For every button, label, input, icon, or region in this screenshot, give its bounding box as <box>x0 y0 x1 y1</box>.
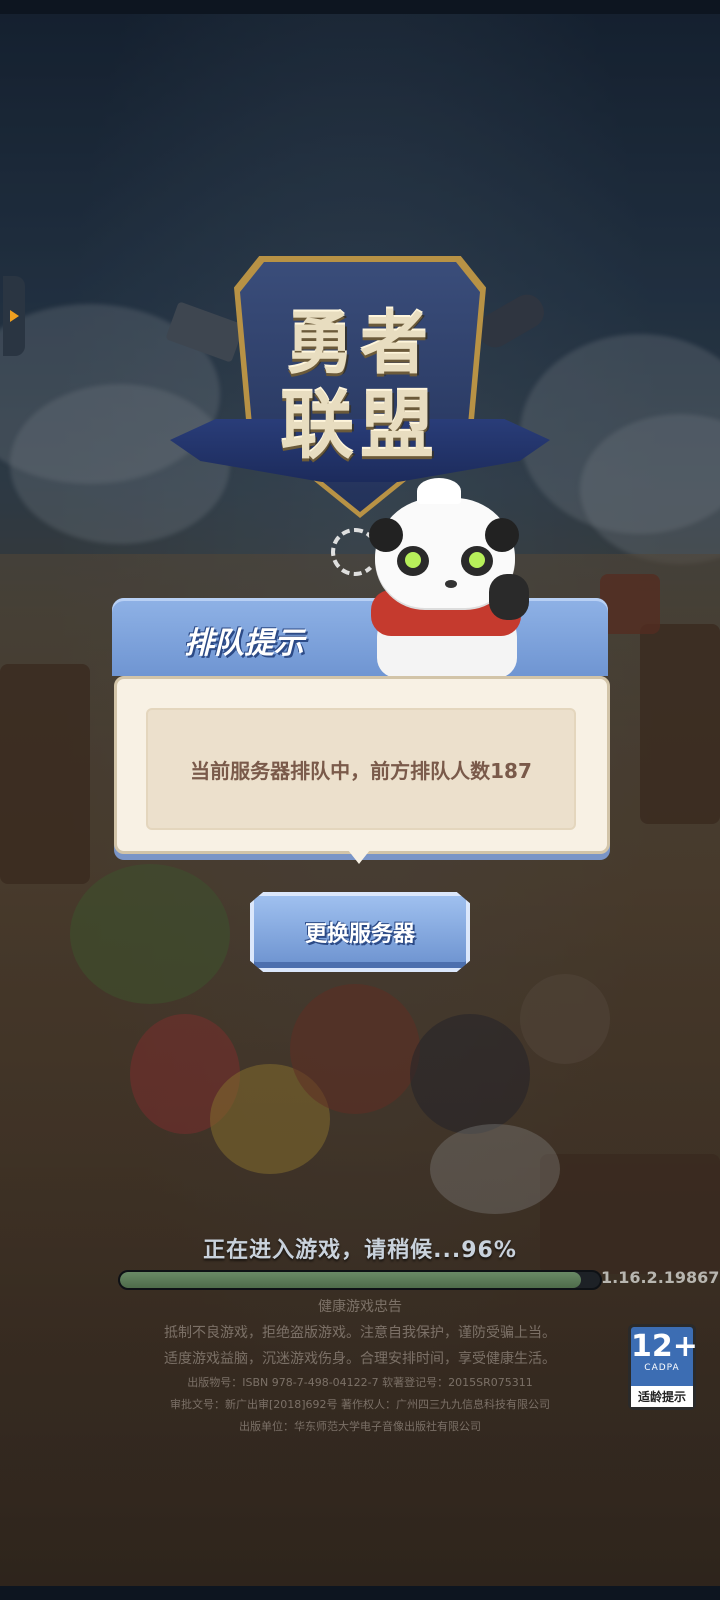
panda-ear-left <box>369 518 403 552</box>
health-advice-title: 健康游戏忠告 <box>318 1299 402 1315</box>
approval-number: 审批文号：新广出审[2018]692号 著作权人：广州四三九九信息科技有限公司 <box>169 1398 551 1411</box>
panda-eye-left <box>397 546 429 576</box>
side-menu-handle[interactable] <box>3 276 25 356</box>
panda-eye-right <box>461 546 493 576</box>
status-bar-top <box>0 0 720 14</box>
hammer-icon <box>165 301 245 363</box>
queue-dialog-message-box: 当前服务器排队中，前方排队人数187 <box>146 708 576 830</box>
loading-progress-fill <box>120 1272 581 1288</box>
panda-paw <box>489 574 529 620</box>
navigation-bar-bottom <box>0 1586 720 1600</box>
change-server-button[interactable]: 更换服务器 <box>250 892 470 972</box>
panda-tuft <box>417 478 461 504</box>
health-advice-line1: 抵制不良游戏，拒绝盗版游戏。注意自我保护，谨防受骗上当。 <box>164 1325 556 1341</box>
loading-status-text: 正在进入游戏，请稍候...96% <box>203 1238 517 1263</box>
panda-nose <box>445 580 457 588</box>
publication-number: 出版物号：ISBN 978-7-498-04122-7 软著登记号：2015SR… <box>187 1376 533 1389</box>
version-number: 1.16.2.19867 <box>601 1268 720 1287</box>
publisher-info: 出版单位：华东师范大学电子音像出版社有限公司 <box>239 1420 481 1433</box>
health-advice-line2: 适度游戏益脑，沉迷游戏伤身。合理安排时间，享受健康生活。 <box>164 1351 556 1367</box>
queue-dialog-message: 当前服务器排队中，前方排队人数187 <box>190 758 532 783</box>
chevron-right-icon <box>9 310 19 322</box>
panda-mascot <box>365 478 545 678</box>
change-server-button-label: 更换服务器 <box>304 922 415 947</box>
age-rating-org: CADPA <box>644 1363 680 1373</box>
age-rating-label: 适龄提示 <box>631 1386 693 1407</box>
logo-title-line2: 联盟 <box>280 383 440 469</box>
age-rating-value: 12+ <box>631 1329 698 1364</box>
loading-progress-bar <box>118 1270 602 1290</box>
panda-ear-right <box>485 518 519 552</box>
age-rating-badge[interactable]: 12+ CADPA 适龄提示 <box>628 1324 698 1410</box>
queue-dialog-title: 排队提示 <box>184 626 304 661</box>
